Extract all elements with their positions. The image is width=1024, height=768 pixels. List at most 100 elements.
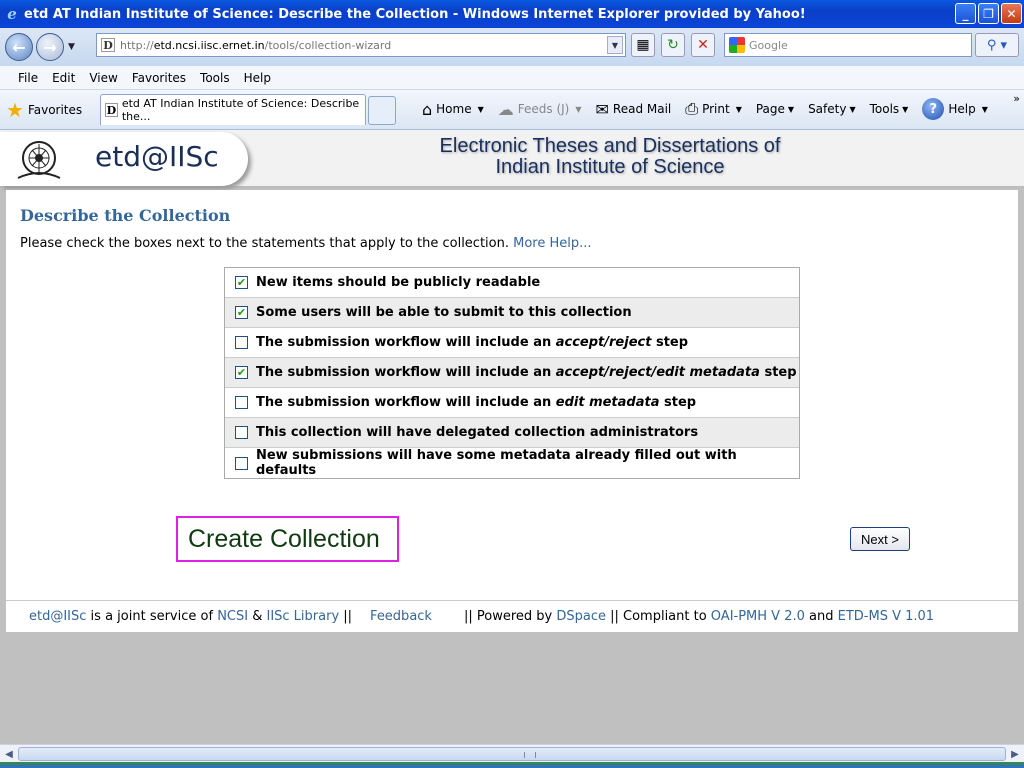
search-input[interactable]: Google: [724, 33, 972, 57]
option-row[interactable]: ✔ The submission workflow will include a…: [225, 358, 799, 388]
forward-button[interactable]: →: [36, 33, 64, 61]
tools-menu-button[interactable]: Tools ▼: [870, 102, 909, 116]
favorites-star-icon: ★: [6, 97, 24, 122]
option-checkbox[interactable]: ✔: [235, 366, 248, 379]
option-checkbox[interactable]: [235, 336, 248, 349]
menu-file[interactable]: File: [18, 71, 38, 85]
option-label: The submission workflow will include an …: [256, 365, 797, 380]
option-label: Some users will be able to submit to thi…: [256, 305, 632, 320]
browser-tab-active[interactable]: D etd AT Indian Institute of Science: De…: [100, 94, 366, 125]
favorites-command-bar: ★ Favorites D etd AT Indian Institute of…: [0, 90, 1024, 130]
print-button[interactable]: ⎙ Print ▼: [685, 99, 742, 119]
feeds-button[interactable]: ☁ Feeds (J) ▼: [498, 100, 582, 119]
option-checkbox[interactable]: [235, 426, 248, 439]
footer-feedback-link[interactable]: Feedback: [370, 609, 432, 624]
address-bar[interactable]: D http://etd.ncsi.iisc.ernet.in/tools/co…: [96, 33, 626, 57]
footer-site-link[interactable]: etd@IISc: [29, 609, 86, 624]
option-label: This collection will have delegated coll…: [256, 425, 699, 440]
read-mail-button[interactable]: ✉ Read Mail: [596, 100, 672, 119]
scrollbar-thumb[interactable]: [18, 747, 1006, 761]
option-checkbox[interactable]: [235, 456, 248, 470]
footer-library-link[interactable]: IISc Library: [266, 609, 339, 624]
option-row[interactable]: New submissions will have some metadata …: [225, 448, 799, 478]
option-label: The submission workflow will include an …: [256, 335, 689, 350]
footer-text: and: [804, 609, 838, 624]
option-row[interactable]: The submission workflow will include an …: [225, 388, 799, 418]
home-label: Home: [436, 102, 472, 116]
footer-text: || Compliant to: [605, 609, 711, 624]
menu-bar: File Edit View Favorites Tools Help: [0, 66, 1024, 90]
window-title: etd AT Indian Institute of Science: Desc…: [24, 6, 806, 22]
feeds-label: Feeds (J): [517, 102, 570, 116]
menu-help[interactable]: Help: [244, 71, 271, 85]
url-host: etd.ncsi.iisc.ernet.in: [153, 38, 265, 52]
home-button[interactable]: ⌂ Home ▼: [422, 100, 484, 119]
page-title: Describe the Collection: [20, 206, 231, 225]
create-collection-annotation: Create Collection: [176, 516, 399, 562]
status-bar: [0, 762, 1024, 768]
menu-tools[interactable]: Tools: [200, 71, 230, 85]
rss-feed-icon: ☁: [497, 99, 514, 119]
scroll-left-icon[interactable]: ◀: [2, 747, 16, 761]
window-title-bar: e etd AT Indian Institute of Science: De…: [0, 0, 1024, 28]
page-menu-button[interactable]: Page ▼: [756, 102, 794, 116]
back-button[interactable]: ←: [5, 33, 33, 61]
safety-menu-button[interactable]: Safety ▼: [808, 102, 856, 116]
horizontal-scrollbar[interactable]: ◀ ▶: [0, 744, 1024, 762]
option-row[interactable]: The submission workflow will include an …: [225, 328, 799, 358]
close-button[interactable]: ✕: [1001, 3, 1022, 24]
chevron-more-icon[interactable]: »: [1013, 92, 1020, 105]
footer-text: || Powered by: [463, 609, 557, 624]
option-row[interactable]: ✔ Some users will be able to submit to t…: [225, 298, 799, 328]
footer-dspace-link[interactable]: DSpace: [556, 609, 606, 624]
new-tab-button[interactable]: [368, 96, 396, 125]
help-menu-button[interactable]: ? Help ▼: [922, 98, 988, 120]
option-row[interactable]: This collection will have delegated coll…: [225, 418, 799, 448]
site-title-line1: Electronic Theses and Dissertations of: [439, 135, 781, 157]
tab-favicon-icon: D: [105, 103, 118, 117]
page-viewport: etd@IISc Electronic Theses and Dissertat…: [0, 130, 1024, 744]
menu-view[interactable]: View: [89, 71, 117, 85]
collection-options-list: ✔ New items should be publicly readable …: [224, 267, 800, 479]
menu-edit[interactable]: Edit: [52, 71, 75, 85]
more-help-link[interactable]: More Help...: [513, 236, 591, 251]
site-logo[interactable]: etd@IISc: [0, 132, 248, 186]
menu-favorites[interactable]: Favorites: [132, 71, 186, 85]
footer-oai-link[interactable]: OAI-PMH V 2.0: [711, 609, 805, 624]
option-label: The submission workflow will include an …: [256, 395, 697, 410]
search-button[interactable]: ⚲ ▾: [975, 33, 1019, 57]
help-label: Help: [948, 102, 976, 116]
footer-ncsi-link[interactable]: NCSI: [217, 609, 248, 624]
printer-icon: ⎙: [685, 99, 699, 118]
option-label: New items should be publicly readable: [256, 275, 541, 290]
url-prefix: http://: [120, 38, 154, 52]
address-dropdown-icon[interactable]: ▼: [607, 36, 623, 54]
footer-etdms-link[interactable]: ETD-MS V 1.01: [838, 609, 934, 624]
option-row[interactable]: ✔ New items should be publicly readable: [225, 268, 799, 298]
next-button[interactable]: Next >: [850, 527, 910, 551]
home-icon: ⌂: [422, 99, 433, 119]
read-mail-label: Read Mail: [612, 102, 672, 116]
page-footer: etd@IISc is a joint service of NCSI & II…: [6, 600, 1018, 632]
history-dropdown-icon[interactable]: ▼: [68, 42, 75, 52]
restore-button[interactable]: ❐: [978, 3, 999, 24]
mail-icon: ✉: [595, 99, 609, 119]
site-banner: etd@IISc Electronic Theses and Dissertat…: [0, 130, 1024, 188]
option-checkbox[interactable]: [235, 396, 248, 409]
compatibility-view-icon[interactable]: ▦: [631, 33, 655, 57]
address-toolbar: ← → ▼ D http://etd.ncsi.iisc.ernet.in/to…: [0, 28, 1024, 66]
ie-logo-icon: e: [7, 5, 17, 23]
site-title-line2: Indian Institute of Science: [495, 156, 725, 178]
site-favicon-icon: D: [101, 38, 115, 52]
site-title: Electronic Theses and Dissertations of I…: [380, 136, 840, 178]
favorites-button[interactable]: ★ Favorites: [6, 98, 96, 122]
option-checkbox[interactable]: ✔: [235, 306, 248, 319]
minimize-button[interactable]: _: [955, 3, 976, 24]
refresh-icon[interactable]: ↻: [661, 33, 685, 57]
stop-icon[interactable]: ✕: [691, 33, 715, 57]
intro-text: Please check the boxes next to the state…: [20, 236, 592, 251]
footer-text: &: [248, 609, 267, 624]
option-checkbox[interactable]: ✔: [235, 276, 248, 289]
favorites-label: Favorites: [27, 102, 83, 117]
scroll-right-icon[interactable]: ▶: [1008, 747, 1022, 761]
